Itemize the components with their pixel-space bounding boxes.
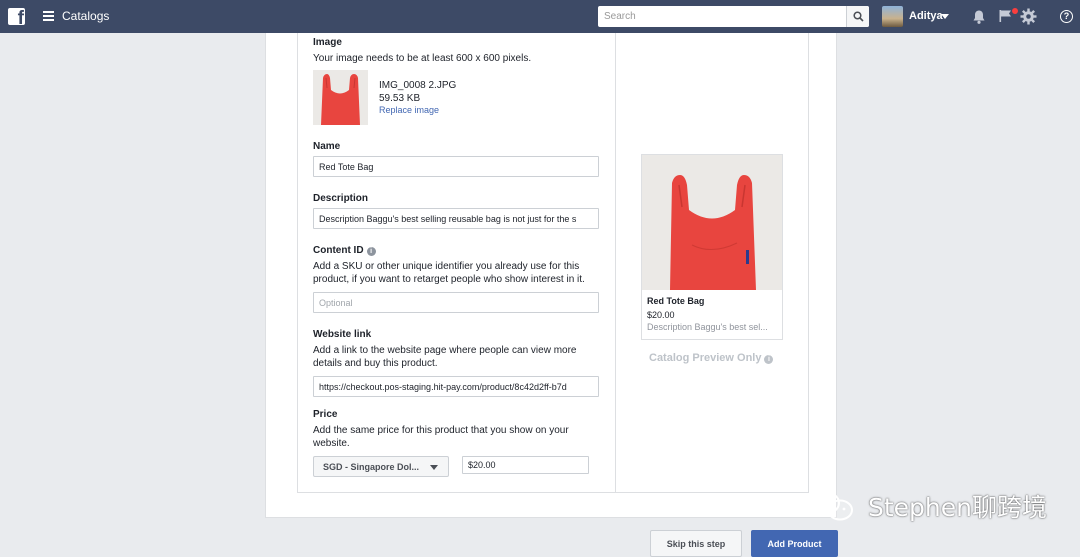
currency-select[interactable]: SGD - Singapore Dol... [313, 456, 449, 477]
catalog-preview-note-text: Catalog Preview Only [649, 352, 762, 364]
app-title: Catalogs [62, 9, 110, 23]
chevron-down-icon [430, 465, 438, 470]
chat-bubbles-icon [810, 491, 853, 521]
catalog-preview-note: Catalog Preview Only i [649, 352, 774, 364]
add-product-button[interactable]: Add Product [751, 530, 838, 557]
help-icon[interactable]: ? [1060, 10, 1073, 23]
avatar [882, 6, 903, 27]
add-product-card: Image Your image needs to be at least 60… [265, 33, 837, 518]
content-id-help-text: Add a SKU or other unique identifier you… [313, 261, 585, 285]
price-field[interactable] [462, 456, 589, 474]
chevron-down-icon [941, 14, 949, 19]
catalog-preview-card: Red Tote Bag $20.00 Description Baggu's … [641, 154, 783, 340]
watermark-text: Stephen聊跨境 [867, 493, 1047, 522]
gear-icon[interactable] [1020, 8, 1037, 25]
product-form-panel: Image Your image needs to be at least 60… [297, 33, 809, 493]
content-id-label-text: Content ID [313, 245, 364, 256]
preview-product-price: $20.00 [647, 310, 675, 320]
notification-dot [1012, 8, 1018, 14]
description-field[interactable] [313, 208, 599, 229]
currency-select-value: SGD - Singapore Dol... [323, 462, 420, 472]
content-id-label: Content ID i [313, 245, 376, 256]
name-field[interactable] [313, 156, 599, 177]
price-label: Price [313, 409, 338, 420]
replace-image-link[interactable]: Replace image [379, 105, 439, 115]
search-box [598, 6, 869, 27]
preview-product-image [642, 155, 782, 290]
product-image-thumbnail [313, 70, 368, 125]
search-input[interactable] [598, 6, 846, 27]
image-file-name: IMG_0008 2.JPG [379, 80, 457, 91]
search-icon [853, 11, 864, 22]
user-name: Aditya [909, 10, 943, 22]
description-label: Description [313, 193, 369, 204]
image-help-text: Your image needs to be at least 600 x 60… [313, 53, 532, 64]
search-button[interactable] [846, 6, 869, 27]
website-link-field[interactable] [313, 376, 599, 397]
top-navigation-bar: f Catalogs Aditya ? [0, 0, 1080, 33]
name-label: Name [313, 141, 341, 152]
website-link-label: Website link [313, 329, 372, 340]
info-icon[interactable]: i [764, 355, 774, 364]
image-file-size: 59.53 KB [379, 93, 421, 104]
website-link-help-text: Add a link to the website page where peo… [313, 345, 577, 369]
preview-product-title: Red Tote Bag [647, 296, 705, 306]
image-label: Image [313, 37, 342, 48]
menu-icon[interactable] [43, 11, 54, 21]
price-help-text: Add the same price for this product that… [313, 425, 569, 449]
notifications-bell-icon[interactable] [971, 9, 987, 25]
skip-step-button[interactable]: Skip this step [650, 530, 742, 557]
preview-product-description: Description Baggu's best sel... [647, 322, 768, 332]
info-icon[interactable]: i [366, 247, 376, 256]
watermark: Stephen聊跨境 [808, 488, 1047, 528]
facebook-logo-icon[interactable]: f [8, 8, 25, 28]
panel-divider [615, 33, 616, 492]
content-id-field[interactable] [313, 292, 599, 313]
